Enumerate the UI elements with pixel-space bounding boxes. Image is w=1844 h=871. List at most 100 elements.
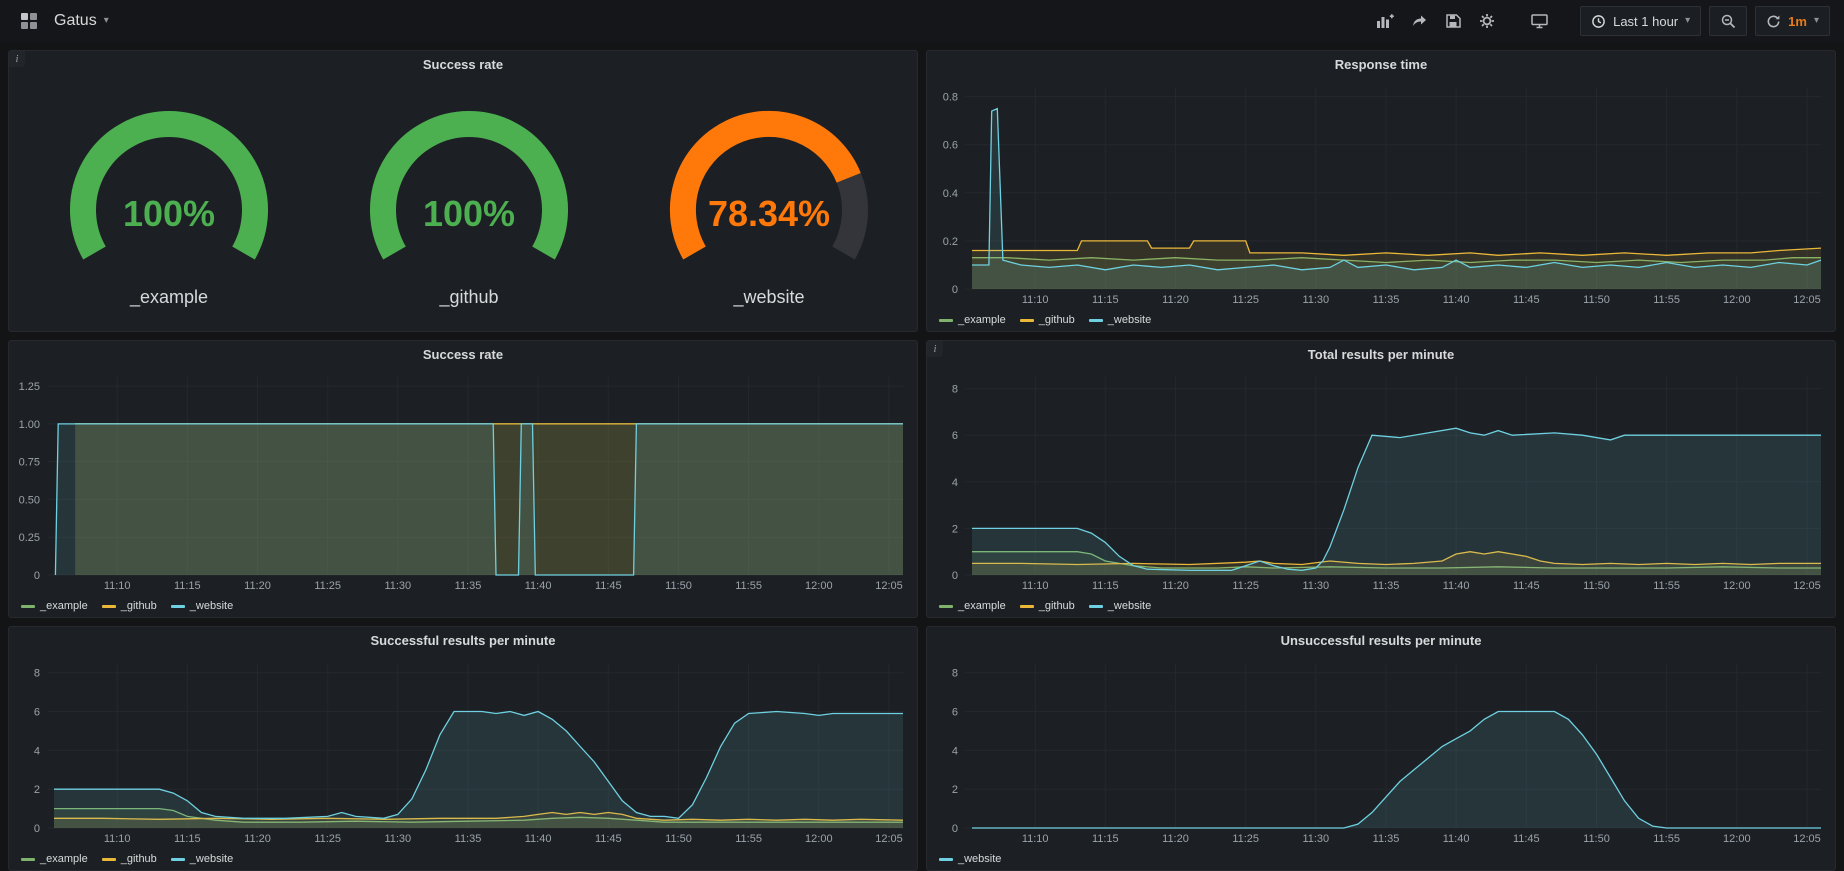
clock-icon xyxy=(1591,14,1606,29)
panel-title[interactable]: Success rate xyxy=(9,341,917,369)
caret-down-icon: ▾ xyxy=(1814,16,1819,26)
legend-item-example[interactable]: _example xyxy=(939,314,1006,326)
gauge-label: _website xyxy=(733,287,804,308)
legend-item-website[interactable]: _website xyxy=(1089,600,1151,612)
y-tick-label: 0 xyxy=(952,823,958,835)
panel-info-icon[interactable]: i xyxy=(9,51,25,67)
series-fill-_website xyxy=(55,424,903,575)
chart-canvas[interactable]: 0246811:1011:1511:2011:2511:3011:3511:40… xyxy=(927,369,1835,595)
dashboard-grid-icon[interactable] xyxy=(14,6,44,36)
series-fill-_website xyxy=(54,712,903,829)
legend-item-example[interactable]: _example xyxy=(939,600,1006,612)
x-tick-label: 11:35 xyxy=(1373,580,1400,592)
x-tick-label: 11:20 xyxy=(1162,294,1189,306)
panel-title[interactable]: Unsuccessful results per minute xyxy=(927,627,1835,655)
chart-canvas[interactable]: 00.20.40.60.811:1011:1511:2011:2511:3011… xyxy=(927,79,1835,309)
refresh-icon xyxy=(1766,14,1781,29)
y-tick-label: 4 xyxy=(952,477,958,489)
panel-response-time: Response time 00.20.40.60.811:1011:1511:… xyxy=(926,50,1836,332)
y-tick-label: 1.25 xyxy=(19,381,40,393)
panel-total-results: i Total results per minute 0246811:1011:… xyxy=(926,340,1836,618)
legend-item-website[interactable]: _website xyxy=(939,853,1001,865)
caret-down-icon: ▾ xyxy=(104,16,109,26)
response-time-chart[interactable]: 00.20.40.60.811:1011:1511:2011:2511:3011… xyxy=(927,79,1835,309)
y-tick-label: 8 xyxy=(34,668,40,680)
legend-item-github[interactable]: _github xyxy=(1020,314,1075,326)
x-tick-label: 11:55 xyxy=(735,833,762,845)
zoom-out-button[interactable] xyxy=(1709,6,1747,36)
legend-item-github[interactable]: _github xyxy=(102,853,157,865)
legend-swatch xyxy=(21,605,35,608)
chart-legend: _example _github _website xyxy=(9,848,917,870)
panel-title[interactable]: Total results per minute xyxy=(927,341,1835,369)
legend-label: _example xyxy=(958,314,1006,326)
y-tick-label: 0.2 xyxy=(943,236,958,248)
y-tick-label: 6 xyxy=(952,707,958,719)
save-icon[interactable] xyxy=(1438,6,1468,36)
x-tick-label: 11:35 xyxy=(455,833,482,845)
gauge-svg: 100% xyxy=(319,102,619,280)
gauge-label: _github xyxy=(439,287,498,308)
chart-legend: _example _github _website xyxy=(927,595,1835,617)
x-tick-label: 11:10 xyxy=(1022,580,1049,592)
success-rate-chart[interactable]: 00.250.500.751.001.2511:1011:1511:2011:2… xyxy=(9,369,917,595)
chart-canvas[interactable]: 0246811:1011:1511:2011:2511:3011:3511:40… xyxy=(9,655,917,848)
x-tick-label: 11:25 xyxy=(314,833,341,845)
successful-results-chart[interactable]: 0246811:1011:1511:2011:2511:3011:3511:40… xyxy=(9,655,917,848)
x-tick-label: 11:20 xyxy=(1162,580,1189,592)
panel-successful-results: Successful results per minute 0246811:10… xyxy=(8,626,918,871)
total-results-chart[interactable]: 0246811:1011:1511:2011:2511:3011:3511:40… xyxy=(927,369,1835,595)
x-tick-label: 11:55 xyxy=(1653,580,1680,592)
chart-canvas[interactable]: 0246811:1011:1511:2011:2511:3011:3511:40… xyxy=(927,655,1835,848)
x-tick-label: 12:05 xyxy=(875,580,903,592)
legend-item-github[interactable]: _github xyxy=(102,600,157,612)
add-panel-icon[interactable] xyxy=(1370,6,1400,36)
y-tick-label: 8 xyxy=(952,668,958,680)
time-range-picker[interactable]: Last 1 hour ▾ xyxy=(1580,6,1701,36)
unsuccessful-results-chart[interactable]: 0246811:1011:1511:2011:2511:3011:3511:40… xyxy=(927,655,1835,848)
share-icon[interactable] xyxy=(1404,6,1434,36)
chart-canvas[interactable]: 00.250.500.751.001.2511:1011:1511:2011:2… xyxy=(9,369,917,595)
legend-label: _website xyxy=(1108,600,1151,612)
refresh-interval-label: 1m xyxy=(1788,14,1807,29)
panel-title[interactable]: Response time xyxy=(927,51,1835,79)
legend-item-github[interactable]: _github xyxy=(1020,600,1075,612)
y-tick-label: 0.50 xyxy=(19,494,40,506)
legend-swatch xyxy=(939,605,953,608)
y-tick-label: 0 xyxy=(34,823,40,835)
tv-mode-icon[interactable] xyxy=(1524,6,1554,36)
panel-title[interactable]: Successful results per minute xyxy=(9,627,917,655)
gauge-row: 100% _example 100% _github 78.34% _websi… xyxy=(9,79,917,331)
legend-item-website[interactable]: _website xyxy=(1089,314,1151,326)
x-tick-label: 12:00 xyxy=(1723,294,1751,306)
x-tick-label: 11:25 xyxy=(1232,294,1259,306)
legend-label: _website xyxy=(190,600,233,612)
panel-info-icon[interactable]: i xyxy=(927,341,943,357)
legend-swatch xyxy=(1020,605,1034,608)
legend-item-example[interactable]: _example xyxy=(21,853,88,865)
navbar: Gatus ▾ xyxy=(0,0,1844,42)
x-tick-label: 11:30 xyxy=(384,833,411,845)
legend-label: _website xyxy=(958,853,1001,865)
dashboard-title[interactable]: Gatus ▾ xyxy=(54,12,109,30)
x-tick-label: 11:45 xyxy=(595,580,622,592)
gear-icon[interactable] xyxy=(1472,6,1502,36)
gauge-svg: 78.34% xyxy=(619,102,918,280)
x-tick-label: 11:20 xyxy=(244,580,271,592)
y-tick-label: 0.8 xyxy=(943,92,958,104)
y-tick-label: 2 xyxy=(34,784,40,796)
legend-label: _website xyxy=(1108,314,1151,326)
legend-item-example[interactable]: _example xyxy=(21,600,88,612)
x-tick-label: 11:40 xyxy=(1443,294,1470,306)
legend-item-website[interactable]: _website xyxy=(171,853,233,865)
x-tick-label: 11:15 xyxy=(1092,833,1119,845)
x-tick-label: 11:15 xyxy=(1092,294,1119,306)
y-tick-label: 0 xyxy=(952,284,958,296)
series-fill-_website xyxy=(972,428,1821,575)
refresh-picker[interactable]: 1m ▾ xyxy=(1755,6,1830,36)
x-tick-label: 11:40 xyxy=(1443,580,1470,592)
legend-item-website[interactable]: _website xyxy=(171,600,233,612)
gauge-value: 100% xyxy=(423,193,515,234)
panel-title[interactable]: Success rate xyxy=(9,51,917,79)
y-tick-label: 0 xyxy=(34,570,40,582)
